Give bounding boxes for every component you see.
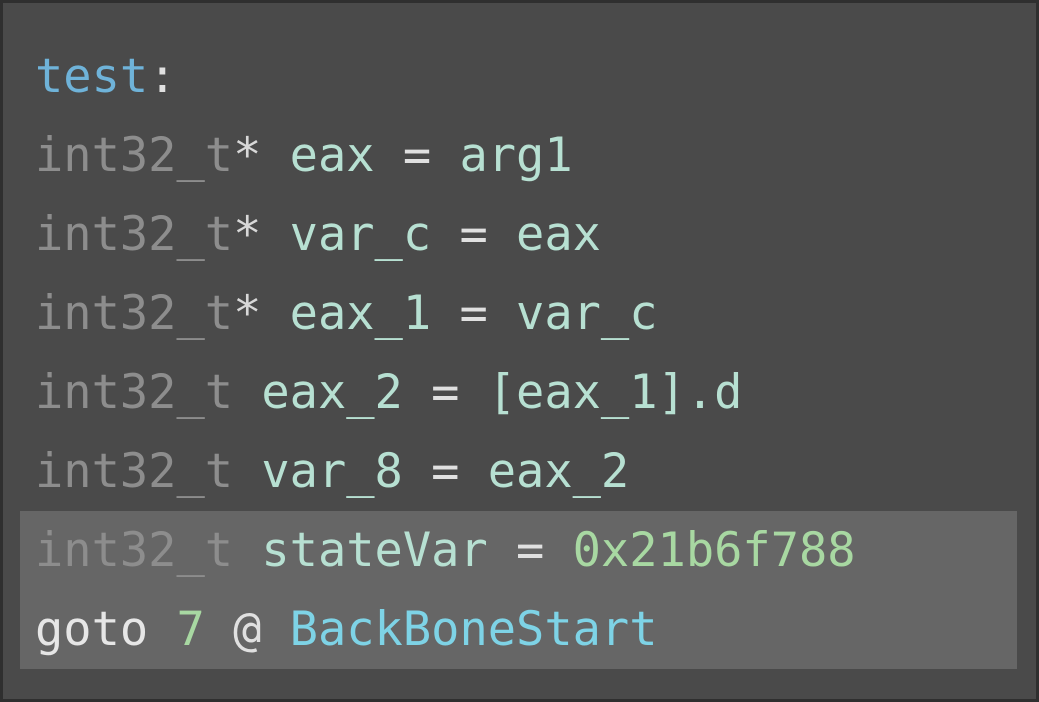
code-line-1[interactable]: int32_t* eax = arg1	[3, 116, 1039, 195]
variable-token[interactable]: arg1	[459, 128, 572, 183]
at-symbol: @	[233, 602, 262, 657]
type-token[interactable]: int32_t	[35, 444, 233, 499]
function-label[interactable]: test	[35, 49, 148, 104]
label-colon: :	[148, 49, 177, 104]
pointer-token: *	[233, 207, 262, 262]
hex-constant-token[interactable]: 0x21b6f788	[573, 523, 856, 578]
code-line-label[interactable]: test:	[3, 37, 1039, 116]
operator-token: =	[516, 523, 545, 578]
type-token[interactable]: int32_t	[35, 365, 233, 420]
code-line-5[interactable]: int32_t var_8 = eax_2	[3, 432, 1039, 511]
type-token[interactable]: int32_t	[35, 128, 233, 183]
goto-index[interactable]: 7	[176, 602, 204, 657]
code-line-6-selected[interactable]: int32_t stateVar = 0x21b6f788	[3, 511, 1039, 590]
code-view: test: int32_t* eax = arg1 int32_t* var_c…	[0, 0, 1039, 702]
pointer-token: *	[233, 286, 262, 341]
code-line-4[interactable]: int32_t eax_2 = [eax_1].d	[3, 353, 1039, 432]
variable-token[interactable]: eax	[516, 207, 601, 262]
goto-target-link[interactable]: BackBoneStart	[290, 602, 658, 657]
memory-deref-token[interactable]: [eax_1].d	[488, 365, 743, 420]
code-line-2[interactable]: int32_t* var_c = eax	[3, 195, 1039, 274]
variable-token[interactable]: eax_2	[261, 365, 402, 420]
variable-token[interactable]: var_8	[261, 444, 402, 499]
disassembly-code-block: test: int32_t* eax = arg1 int32_t* var_c…	[3, 37, 1039, 669]
variable-token[interactable]: var_c	[290, 207, 431, 262]
variable-token[interactable]: eax	[290, 128, 375, 183]
pointer-token: *	[233, 128, 262, 183]
variable-token[interactable]: eax_1	[290, 286, 431, 341]
operator-token: =	[459, 286, 488, 341]
variable-token[interactable]: var_c	[516, 286, 657, 341]
type-token[interactable]: int32_t	[35, 523, 233, 578]
operator-token: =	[402, 128, 432, 183]
code-line-goto-selected[interactable]: goto 7 @ BackBoneStart	[3, 590, 1039, 669]
type-token[interactable]: int32_t	[35, 207, 233, 262]
variable-token[interactable]: eax_2	[488, 444, 629, 499]
operator-token: =	[431, 444, 460, 499]
goto-keyword: goto	[35, 602, 149, 657]
operator-token: =	[431, 365, 460, 420]
variable-token[interactable]: stateVar	[261, 523, 487, 578]
type-token[interactable]: int32_t	[35, 286, 233, 341]
operator-token: =	[459, 207, 488, 262]
code-line-3[interactable]: int32_t* eax_1 = var_c	[3, 274, 1039, 353]
